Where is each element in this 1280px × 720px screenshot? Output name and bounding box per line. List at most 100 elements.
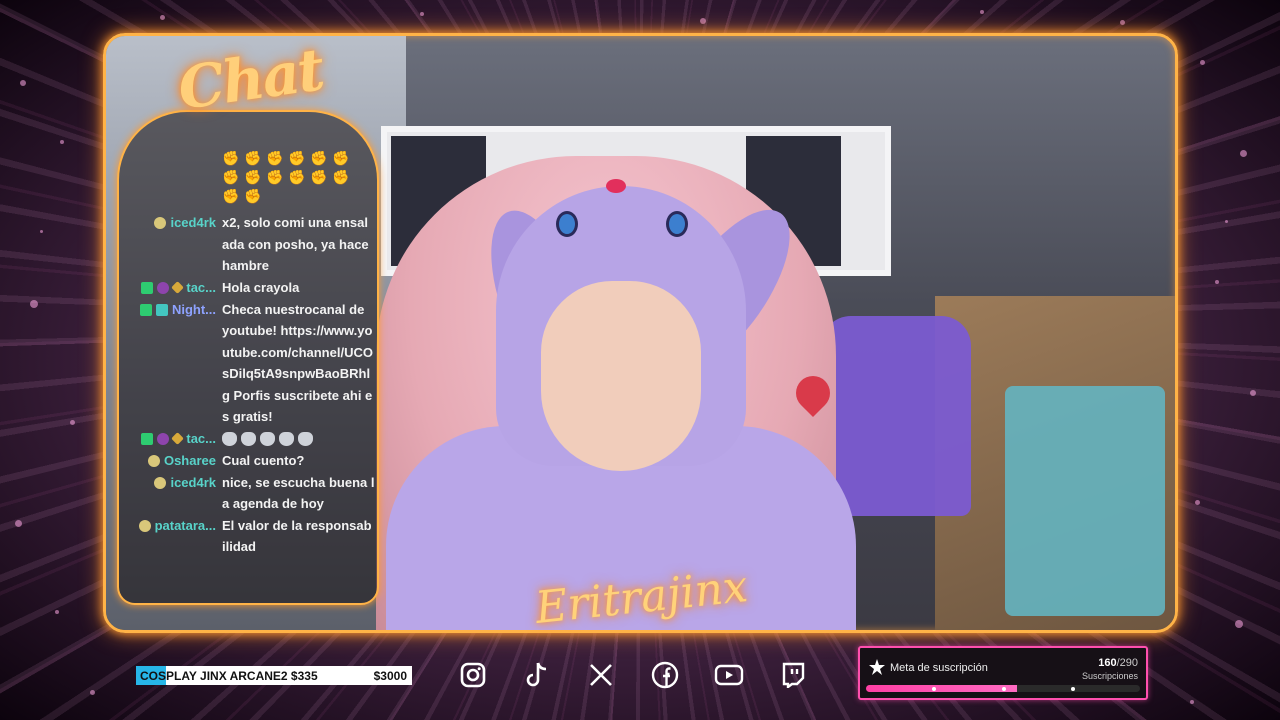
bokeh-dot bbox=[980, 10, 984, 14]
chat-message: Night... Checa nuestrocanal de youtube! h… bbox=[120, 299, 375, 428]
chat-username-text[interactable]: patatara... bbox=[155, 515, 216, 537]
emote-icon: ✊ bbox=[244, 188, 262, 204]
purple-chair bbox=[821, 316, 971, 516]
chat-username-text[interactable]: tac... bbox=[186, 277, 216, 299]
emote-icon: ✊ bbox=[222, 169, 240, 185]
chat-username[interactable]: iced4rk bbox=[120, 212, 222, 277]
chat-message-text: nice, se escucha buena la agenda de hoy bbox=[222, 472, 375, 515]
subscription-count-total: /290 bbox=[1116, 657, 1138, 669]
bokeh-dot bbox=[70, 420, 75, 425]
chat-message-body: nice, se escucha buena la agenda de hoy bbox=[222, 474, 375, 512]
subscription-progress-fill bbox=[866, 685, 1018, 692]
chat-message-body: El valor de la responsabilidad bbox=[222, 517, 372, 555]
emote-icon: ✊ bbox=[288, 150, 306, 166]
hood-eye-right bbox=[666, 211, 688, 237]
chat-username-text[interactable]: iced4rk bbox=[170, 212, 216, 234]
social-links bbox=[456, 658, 809, 691]
emote-icon: ✊ bbox=[310, 150, 328, 166]
emote-icon: ✊ bbox=[310, 169, 328, 185]
bokeh-dot bbox=[1235, 620, 1243, 628]
donation-goal-bar: COSPLAY JINX ARCANE2 $335 $3000 bbox=[136, 666, 412, 685]
emote-icon: ✊ bbox=[266, 150, 284, 166]
chat-username[interactable]: patatara... bbox=[120, 515, 222, 558]
chat-message-body: x2, solo comi una ensalada con posho, ya… bbox=[222, 215, 369, 273]
bokeh-dot bbox=[90, 690, 95, 695]
avatar-badge-icon bbox=[147, 454, 160, 467]
green-badge-icon bbox=[141, 432, 154, 445]
twitch-icon[interactable] bbox=[776, 658, 809, 691]
cat-emote-icon bbox=[298, 432, 313, 447]
bokeh-dot bbox=[30, 300, 38, 308]
emote-icon: ✊ bbox=[288, 169, 306, 185]
subscription-goal-unit: Suscripciones bbox=[1081, 671, 1138, 681]
facebook-icon[interactable] bbox=[648, 658, 681, 691]
bokeh-dot bbox=[420, 12, 424, 16]
hood-eye-left bbox=[556, 211, 578, 237]
chat-username-text[interactable]: iced4rk bbox=[170, 472, 216, 494]
emote-icon: ✊ bbox=[332, 150, 350, 166]
emote-icon: ✊ bbox=[332, 169, 350, 185]
green-badge-icon bbox=[141, 281, 154, 294]
bokeh-dot bbox=[60, 140, 64, 144]
purple-badge-icon bbox=[157, 281, 170, 294]
cat-emote-icon bbox=[241, 432, 256, 447]
bokeh-dot bbox=[1250, 390, 1256, 396]
emote-icon: ✊ bbox=[222, 150, 240, 166]
hood-gem bbox=[606, 179, 626, 193]
storage-tub bbox=[1005, 386, 1165, 616]
chat-messages: iced4rk x2, solo comi una ensalada con po… bbox=[120, 212, 375, 558]
emote-icon: ✊ bbox=[266, 169, 284, 185]
bokeh-dot bbox=[15, 520, 22, 527]
chat-username[interactable]: Night... bbox=[120, 299, 222, 428]
subscription-goal: Meta de suscripción 160/290 Suscripcione… bbox=[858, 646, 1148, 700]
instagram-icon[interactable] bbox=[456, 658, 489, 691]
youtube-icon[interactable] bbox=[712, 658, 745, 691]
chat-message-text: Hola crayola bbox=[222, 277, 375, 299]
chat-username[interactable]: Osharee bbox=[120, 450, 222, 472]
avatar-badge-icon bbox=[154, 476, 167, 489]
milestone-dot bbox=[932, 687, 936, 691]
avatar-badge-icon bbox=[138, 519, 151, 532]
chat-message-body: Hola crayola bbox=[222, 279, 300, 295]
chat-username[interactable]: tac... bbox=[120, 428, 222, 450]
bokeh-dot bbox=[160, 15, 165, 20]
emote-icon: ✊ bbox=[222, 188, 240, 204]
chat-message-body: Checa nuestrocanal de youtube! https://w… bbox=[222, 301, 373, 425]
x-icon[interactable] bbox=[584, 658, 617, 691]
chat-username[interactable]: tac... bbox=[120, 277, 222, 299]
streamer-face bbox=[541, 281, 701, 471]
chat-message: Osharee Cual cuento? bbox=[120, 450, 375, 472]
bokeh-dot bbox=[20, 80, 26, 86]
bokeh-dot bbox=[40, 230, 43, 233]
chat-message: patatara... El valor de la responsabilida… bbox=[120, 515, 375, 558]
gold-badge-icon bbox=[171, 280, 185, 294]
tiktok-icon[interactable] bbox=[520, 658, 553, 691]
cat-emote-icon bbox=[222, 432, 237, 447]
bokeh-dot bbox=[1225, 220, 1228, 223]
bokeh-dot bbox=[1200, 60, 1205, 65]
cat-emote-icon bbox=[260, 432, 275, 447]
emote-icon: ✊ bbox=[244, 169, 262, 185]
chat-username[interactable]: iced4rk bbox=[120, 472, 222, 515]
chat-username-text[interactable]: Night... bbox=[172, 299, 216, 321]
chat-username-text[interactable]: tac... bbox=[186, 428, 216, 450]
chat-message-text: Checa nuestrocanal de youtube! https://w… bbox=[222, 299, 375, 428]
emote-spam-grid: ✊ ✊ ✊ ✊ ✊ ✊ ✊ ✊ ✊ ✊ ✊ ✊ ✊ ✊ bbox=[222, 150, 362, 204]
bokeh-dot bbox=[1190, 700, 1194, 704]
subscription-count-current: 160 bbox=[1098, 657, 1117, 669]
chat-message-body: Cual cuento? bbox=[222, 452, 305, 468]
bokeh-dot bbox=[700, 18, 706, 24]
subscription-goal-count: 160/290 bbox=[1098, 657, 1138, 669]
avatar-badge-icon bbox=[154, 217, 167, 229]
bokeh-dot bbox=[1215, 280, 1219, 284]
bokeh-dot bbox=[1195, 500, 1200, 505]
chat-message-text: El valor de la responsabilidad bbox=[222, 515, 375, 558]
teal-badge-icon bbox=[155, 303, 168, 316]
chat-message: tac... bbox=[120, 428, 375, 450]
chat-message-text: x2, solo comi una ensalada con posho, ya… bbox=[222, 212, 375, 277]
cat-emote-icon bbox=[279, 432, 294, 447]
milestone-dot bbox=[1002, 687, 1006, 691]
green-badge-icon bbox=[139, 303, 152, 316]
purple-badge-icon bbox=[157, 432, 170, 445]
chat-username-text[interactable]: Osharee bbox=[164, 450, 216, 472]
